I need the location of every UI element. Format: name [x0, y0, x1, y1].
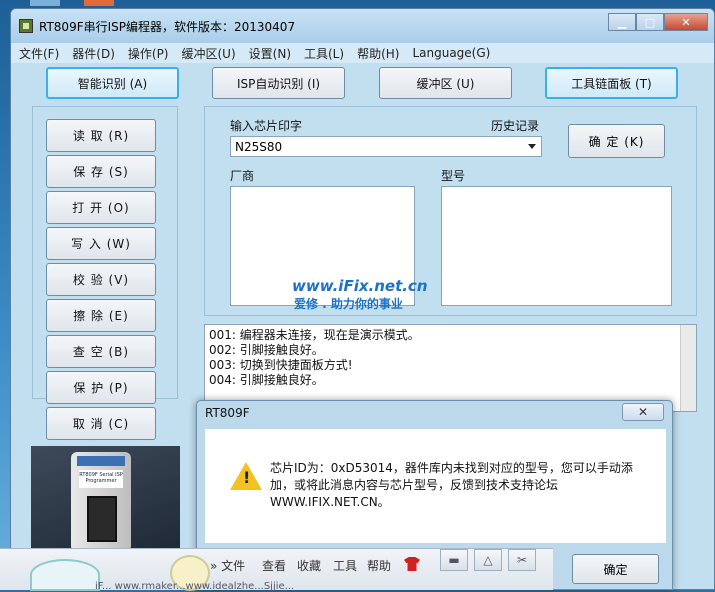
dialog-close-button[interactable]: ✕ — [622, 403, 664, 421]
app-icon — [19, 19, 33, 33]
dialog-ok-button[interactable]: 确定 — [572, 554, 659, 584]
window-controls: ▁ □ ✕ — [608, 13, 708, 31]
log-output: 001: 编程器未连接，现在是演示模式。 002: 引脚接触良好。 003: 切… — [204, 324, 697, 412]
buffer-button[interactable]: 缓冲区 (U) — [379, 67, 512, 99]
dialog-message: 芯片ID为：0xD53014，器件库内未找到对应的型号，您可以手动添加，或将此消… — [270, 461, 633, 509]
zif-socket — [87, 496, 117, 542]
dialog-body: ! 芯片ID为：0xD53014，器件库内未找到对应的型号，您可以手动添加，或将… — [205, 429, 666, 543]
chip-panel: 输入芯片印字 历史记录 N25S80 确 定 (K) 厂商 型号 — [204, 106, 697, 316]
browser-menu-file[interactable]: » 文件 — [210, 557, 245, 574]
erase-button[interactable]: 擦 除 (E) — [46, 299, 156, 332]
desktop-icon-fragment — [30, 0, 60, 6]
toolchain-panel-button[interactable]: 工具链面板 (T) — [545, 67, 678, 99]
browser-toolbar: » 文件 查看 收藏 工具 帮助 ▬ △ ✂ iF... www.rmaker.… — [0, 548, 553, 592]
isp-autodetect-button[interactable]: ISP自动识别 (I) — [212, 67, 345, 99]
title-bar: RT809F串行ISP编程器，软件版本：20130407 ▁ □ ✕ — [11, 9, 714, 43]
chip-input-label: 输入芯片印字 — [230, 119, 303, 133]
menu-language[interactable]: Language(G) — [412, 46, 490, 60]
watermark-url: www.iFix.net.cn — [292, 277, 428, 295]
open-button[interactable]: 打 开 (O) — [46, 191, 156, 224]
close-button[interactable]: ✕ — [664, 13, 708, 31]
url-fragment: iF... www.rmaker...www.idealzhe...Sjjie.… — [95, 581, 295, 592]
menu-file[interactable]: 文件(F) — [19, 45, 59, 62]
log-line: 004: 引脚接触良好。 — [209, 373, 324, 387]
chip-marking-combobox[interactable]: N25S80 — [230, 136, 542, 157]
warning-icon: ! — [230, 462, 262, 490]
protect-button[interactable]: 保 护 (P) — [46, 371, 156, 404]
model-list[interactable] — [441, 186, 672, 306]
browser-menu-tools[interactable]: 工具 — [333, 557, 357, 574]
operation-panel: 读 取 (R) 保 存 (S) 打 开 (O) 写 入 (W) 校 验 (V) … — [32, 106, 178, 404]
triangle-icon[interactable]: △ — [474, 549, 502, 571]
log-line: 003: 切换到快捷面板方式! — [209, 358, 353, 372]
top-toolbar: 智能识别 (A) ISP自动识别 (I) 缓冲区 (U) 工具链面板 (T) — [46, 67, 686, 101]
programmer-device-image: RT809F Serial ISP Programmer — [31, 446, 180, 556]
programmer-device: RT809F Serial ISP Programmer — [71, 452, 131, 552]
verify-button[interactable]: 校 验 (V) — [46, 263, 156, 296]
history-label: 历史记录 — [491, 119, 540, 133]
mascot-image — [30, 559, 100, 591]
read-button[interactable]: 读 取 (R) — [46, 119, 156, 152]
device-top-strip — [77, 456, 125, 466]
device-label: RT809F Serial ISP Programmer — [79, 470, 123, 488]
maximize-button[interactable]: □ — [636, 13, 664, 31]
shirt-icon[interactable] — [404, 557, 420, 571]
tools-icon[interactable]: ✂ — [508, 549, 536, 571]
minimize-icon[interactable]: ▬ — [440, 549, 468, 571]
desktop-icon-fragment — [84, 0, 114, 6]
smart-detect-button[interactable]: 智能识别 (A) — [46, 67, 179, 99]
cancel-button[interactable]: 取 消 (C) — [46, 407, 156, 440]
log-line: 001: 编程器未连接，现在是演示模式。 — [209, 328, 420, 342]
watermark-slogan: 爱修 . 助力你的事业 — [294, 297, 403, 311]
dropdown-arrow-icon[interactable] — [528, 144, 536, 149]
menu-settings[interactable]: 设置(N) — [249, 45, 291, 62]
window-title: RT809F串行ISP编程器，软件版本：20130407 — [39, 19, 296, 34]
browser-menu-help[interactable]: 帮助 — [367, 557, 391, 574]
log-scrollbar[interactable] — [680, 325, 696, 411]
browser-menu-view[interactable]: 查看 — [262, 557, 286, 574]
model-label: 型号 — [441, 169, 466, 183]
write-button[interactable]: 写 入 (W) — [46, 227, 156, 260]
menu-device[interactable]: 器件(D) — [72, 45, 115, 62]
menu-tools[interactable]: 工具(L) — [304, 45, 344, 62]
menu-buffer[interactable]: 缓冲区(U) — [182, 45, 236, 62]
log-line: 002: 引脚接触良好。 — [209, 343, 324, 357]
menu-operation[interactable]: 操作(P) — [128, 45, 169, 62]
menu-help[interactable]: 帮助(H) — [357, 45, 399, 62]
confirm-button[interactable]: 确 定 (K) — [568, 124, 665, 158]
minimize-button[interactable]: ▁ — [608, 13, 636, 31]
blank-check-button[interactable]: 查 空 (B) — [46, 335, 156, 368]
menu-bar: 文件(F) 器件(D) 操作(P) 缓冲区(U) 设置(N) 工具(L) 帮助(… — [11, 43, 714, 63]
dialog-title: RT809F — [205, 406, 250, 420]
vendor-label: 厂商 — [230, 169, 255, 183]
browser-menu-favorites[interactable]: 收藏 — [297, 557, 321, 574]
chip-marking-value: N25S80 — [235, 140, 283, 154]
save-button[interactable]: 保 存 (S) — [46, 155, 156, 188]
